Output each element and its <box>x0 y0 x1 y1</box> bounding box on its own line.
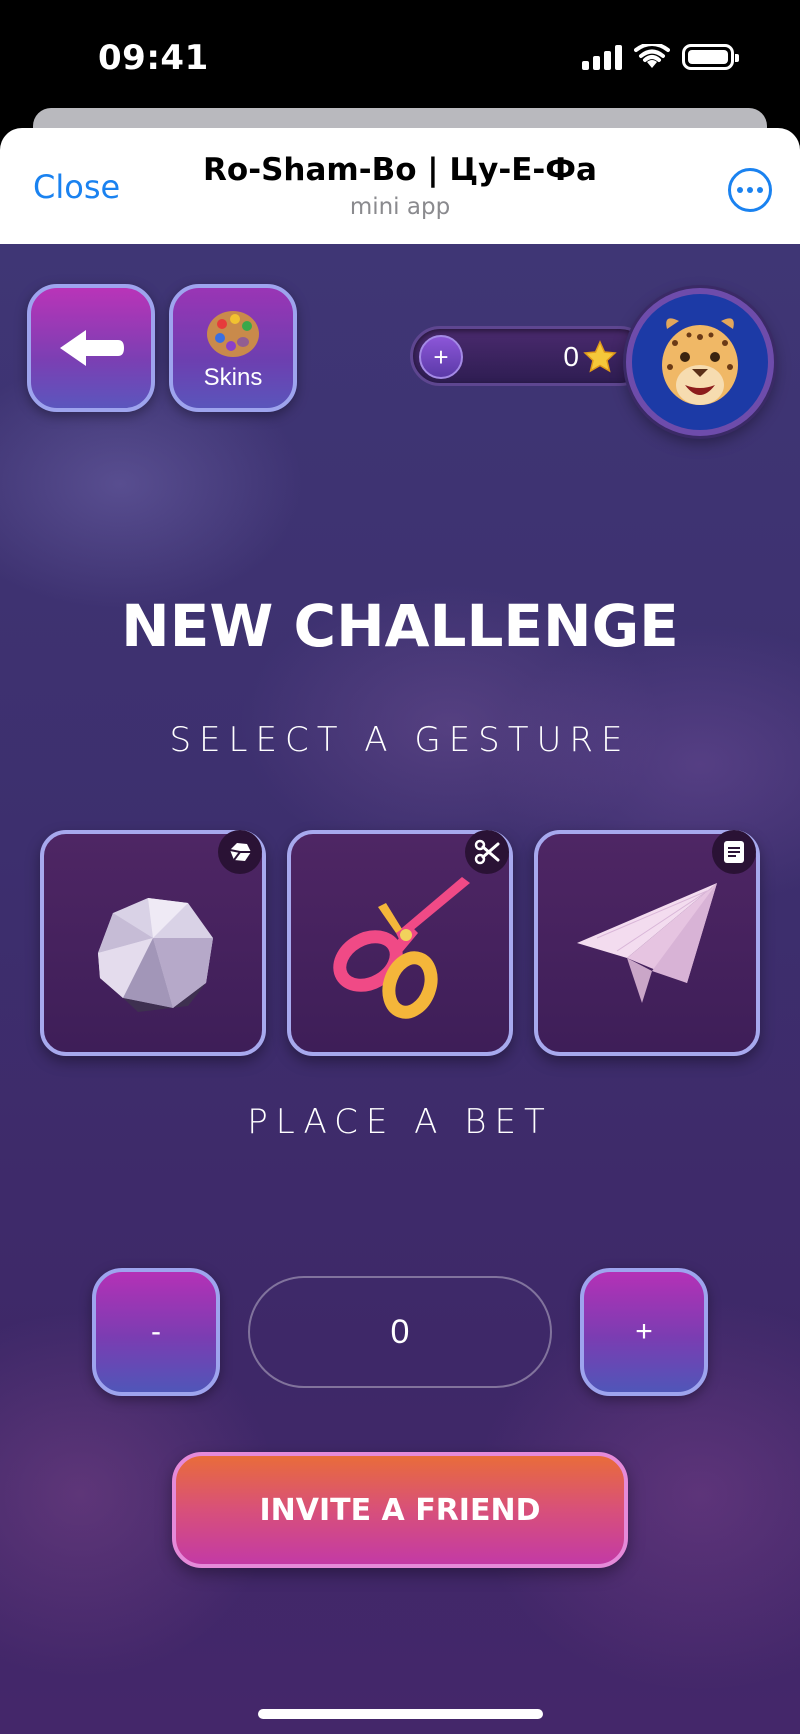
leopard-avatar-icon <box>662 318 738 405</box>
bet-prompt: PLACE A BET <box>247 1102 553 1142</box>
home-indicator <box>258 1709 543 1719</box>
rock-badge <box>218 830 262 874</box>
bet-amount-input[interactable] <box>248 1276 552 1388</box>
paper-plane-icon <box>577 883 717 1003</box>
skins-button[interactable]: Skins <box>169 284 297 412</box>
app-title: Ro-Sham-Bo | Цу-Е-Фа <box>203 152 597 188</box>
status-icons <box>582 44 739 70</box>
scissors-badge-icon <box>474 839 500 865</box>
decrease-bet-button[interactable]: - <box>92 1268 220 1396</box>
app-subtitle: mini app <box>349 194 451 220</box>
status-bar: 09:41 <box>0 0 800 110</box>
add-balance-button[interactable]: + <box>419 335 463 379</box>
arrow-left-icon <box>60 330 124 366</box>
battery-icon <box>682 44 739 70</box>
balance-value: 0 <box>563 341 579 372</box>
rock-badge-icon <box>229 843 251 861</box>
balance-bar: + 0 <box>410 326 650 386</box>
wifi-icon <box>634 44 670 68</box>
palette-icon <box>207 311 259 357</box>
star-icon <box>583 340 617 373</box>
gesture-card-scissors[interactable] <box>287 830 513 1056</box>
increase-bet-button[interactable]: + <box>580 1268 708 1396</box>
skins-label: Skins <box>203 364 263 391</box>
back-button[interactable] <box>27 284 155 412</box>
gesture-card-rock[interactable] <box>40 830 266 1056</box>
page-title: NEW CHALLENGE <box>121 592 679 660</box>
paper-badge <box>712 830 756 874</box>
gesture-card-paper[interactable] <box>534 830 760 1056</box>
gesture-prompt: SELECT A GESTURE <box>169 720 631 760</box>
game-area: Skins + 0 NEW CHALLENGE SELECT A GESTURE <box>0 244 800 1734</box>
gesture-cards <box>40 830 760 1056</box>
status-time: 09:41 <box>98 38 209 78</box>
app-header: Close Ro-Sham-Bo | Цу-Е-Фа mini app <box>0 128 800 244</box>
more-options-button[interactable] <box>728 168 772 212</box>
invite-friend-button[interactable]: INVITE A FRIEND <box>172 1452 628 1568</box>
cellular-signal-icon <box>582 44 622 70</box>
rock-icon <box>98 898 213 1012</box>
avatar[interactable] <box>626 288 774 436</box>
more-dots-icon <box>737 187 743 193</box>
scissors-icon <box>333 877 470 1019</box>
scissors-badge <box>465 830 509 874</box>
paper-badge-icon <box>724 841 744 863</box>
